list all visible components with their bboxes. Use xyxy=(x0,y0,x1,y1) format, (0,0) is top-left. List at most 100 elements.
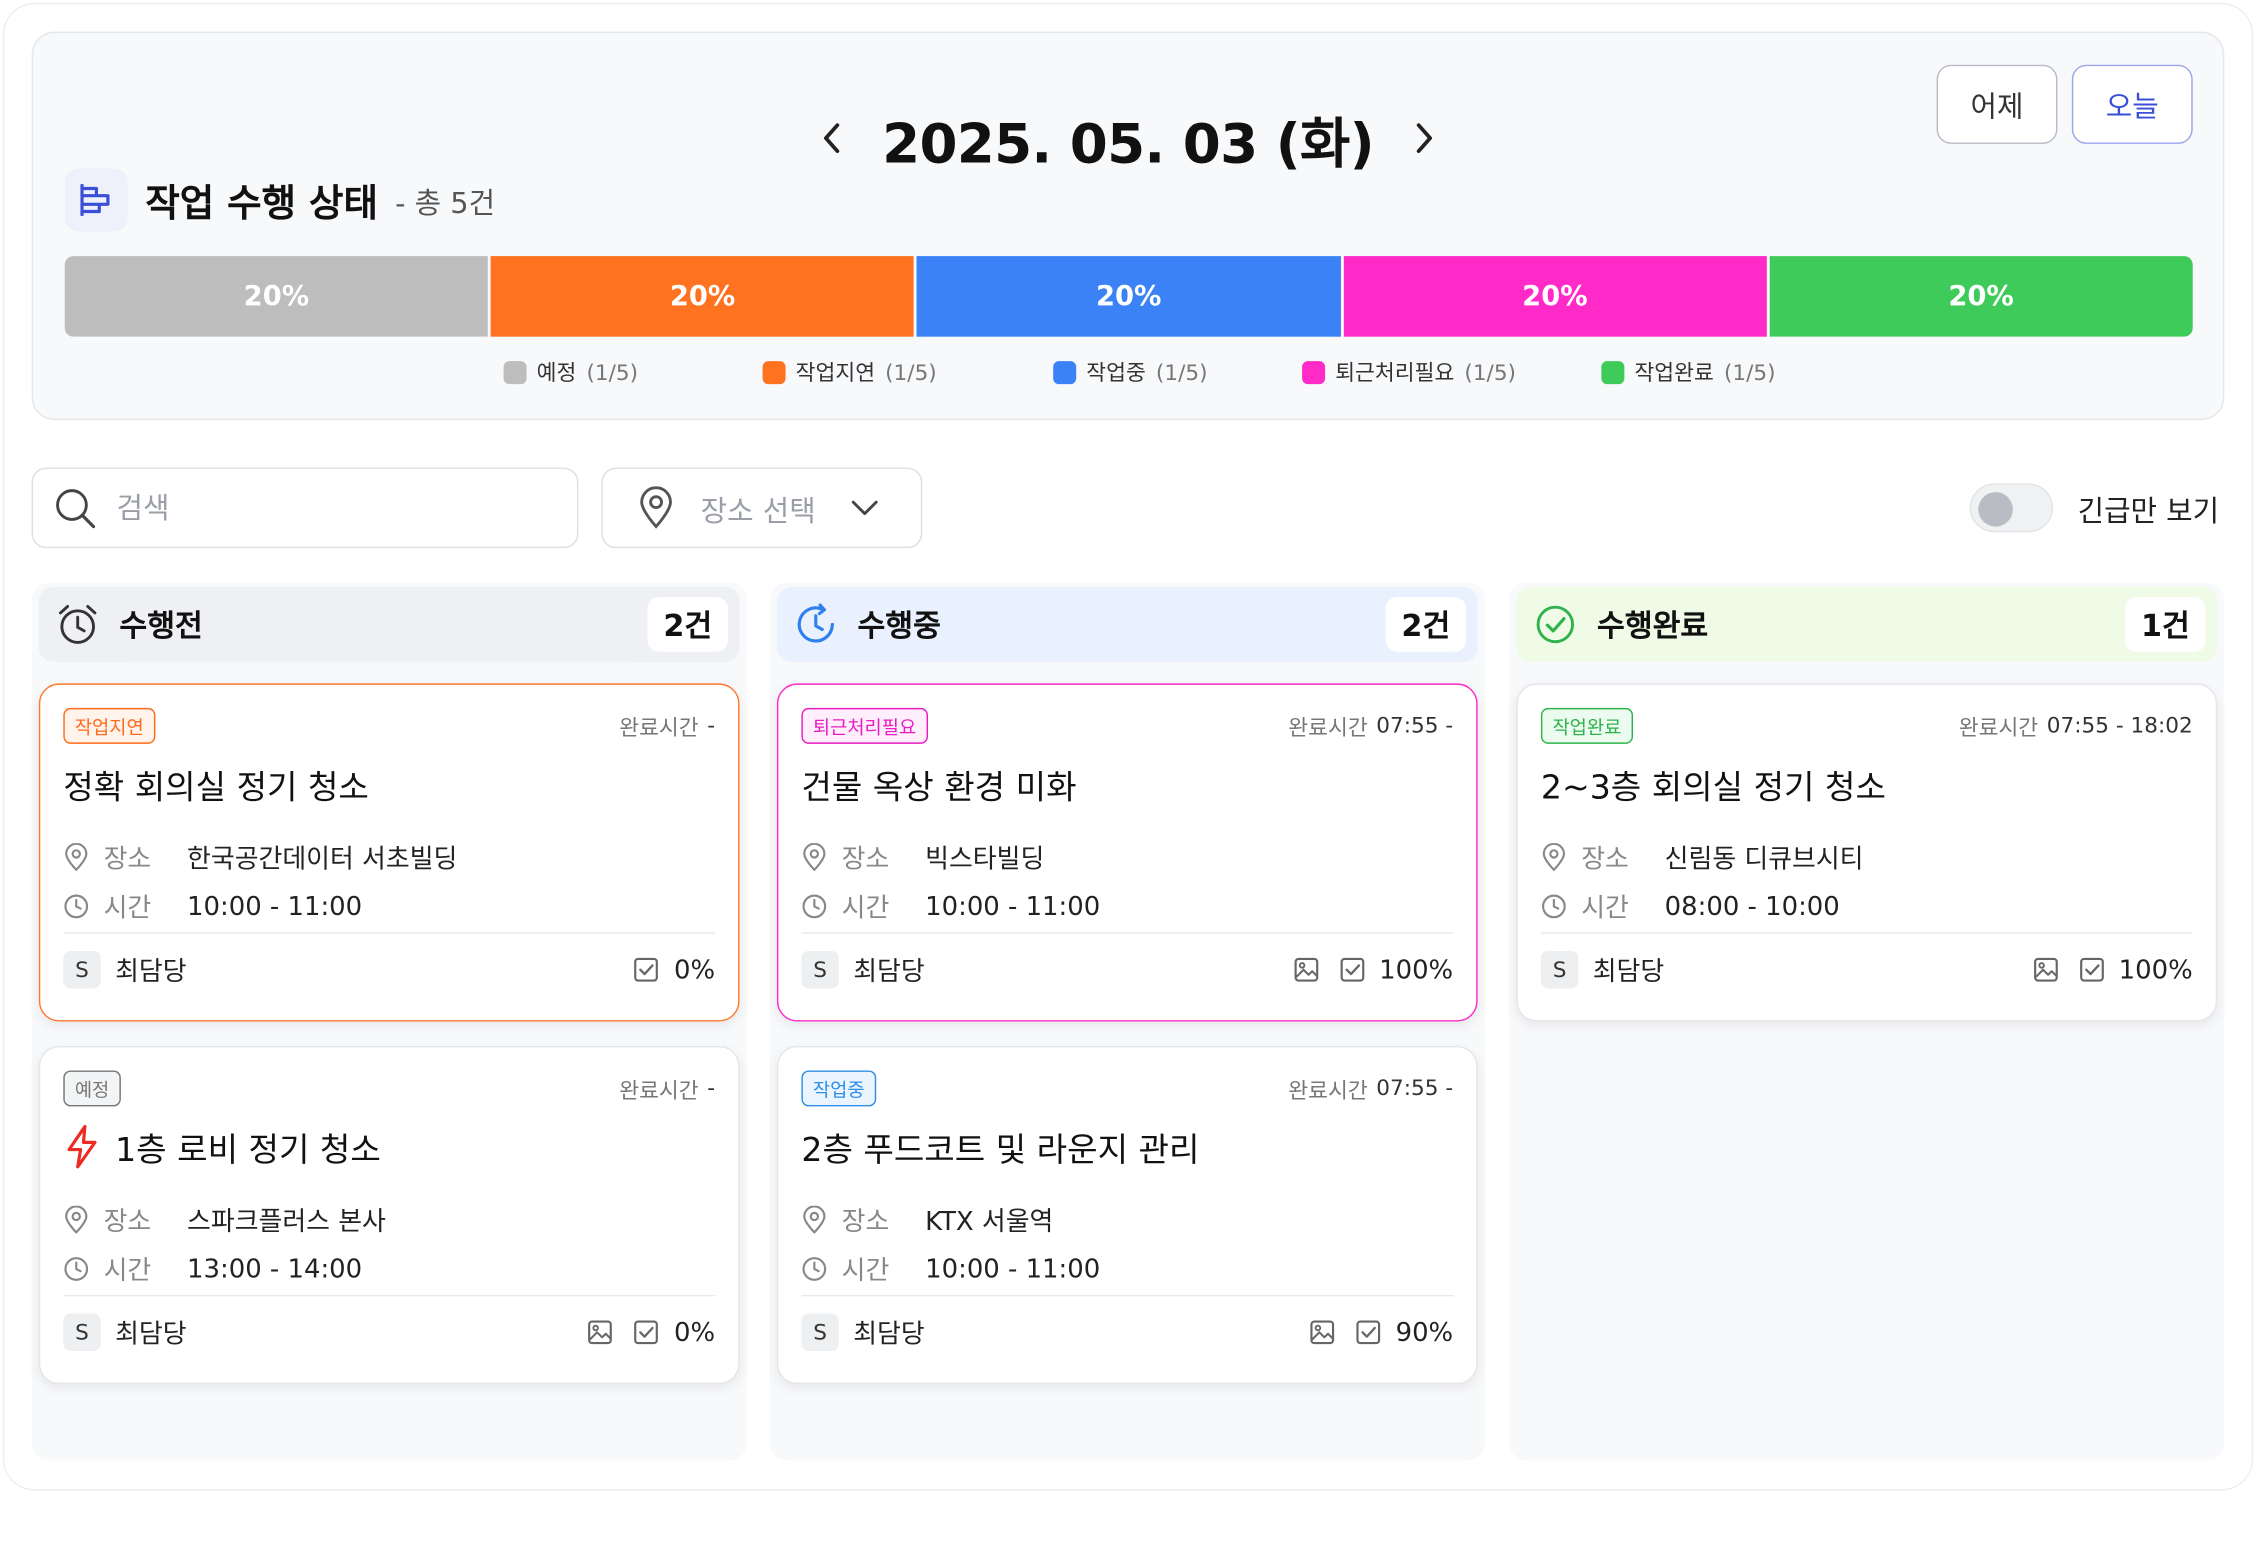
card-footer: S 최담당 100% xyxy=(1540,950,2193,990)
legend-count: (1/5) xyxy=(885,358,937,385)
search-input[interactable] xyxy=(116,490,520,526)
time-row: 시간 10:00 - 11:00 xyxy=(801,888,1100,925)
next-date-button[interactable] xyxy=(1406,119,1443,156)
legend-label: 작업중 xyxy=(1086,359,1146,386)
location-pin-icon xyxy=(640,486,672,529)
prev-date-button[interactable] xyxy=(813,119,850,156)
place-key: 장소 xyxy=(841,1207,890,1238)
checkbox-icon xyxy=(2079,957,2104,982)
column-before: 수행전 2건 작업지연 완료시간 - 정확 회의실 정기 청소 장소 한국공간데… xyxy=(31,582,747,1461)
progress-percent: 90% xyxy=(1395,1317,1454,1348)
completion-time: 완료시간 - xyxy=(619,1075,715,1105)
completion-time: 완료시간 - xyxy=(619,712,715,742)
column-title: 수행완료 xyxy=(1597,608,1709,644)
assignee-name: 최담당 xyxy=(853,956,925,988)
card-footer: S 최담당 0% xyxy=(63,1312,715,1352)
divider xyxy=(801,932,1454,934)
task-title-row: 2~3층 회의실 정기 청소 xyxy=(1541,760,1886,809)
progress-percent: 0% xyxy=(673,1317,716,1348)
image-icon xyxy=(588,1320,613,1345)
legend-item: 퇴근처리필요 (1/5) xyxy=(1302,357,1516,387)
place-value: KTX 서울역 xyxy=(925,1207,1054,1238)
task-card[interactable]: 예정 완료시간 - 1층 로비 정기 청소 장소 스파크플러스 본사 시간 13… xyxy=(38,1045,740,1385)
chevron-right-icon xyxy=(1416,123,1432,153)
completion-time-value: 07:55 - xyxy=(1376,1074,1454,1101)
completion-time-value: 07:55 - 18:02 xyxy=(2046,712,2193,739)
urgent-only-toggle[interactable] xyxy=(1969,483,2054,533)
refresh-clock-icon xyxy=(794,603,837,646)
divider xyxy=(63,932,716,934)
status-legend: 예정 (1/5) 작업지연 (1/5) 작업중 (1/5) 퇴근처리필요 (1/… xyxy=(33,357,2223,389)
task-card[interactable]: 퇴근처리필요 완료시간 07:55 - 건물 옥상 환경 미화 장소 빅스타빌딩… xyxy=(776,683,1478,1022)
avatar: S xyxy=(801,1313,839,1352)
bar-segment-delayed: 20% xyxy=(490,256,915,337)
legend-swatch xyxy=(762,360,786,384)
place-key: 장소 xyxy=(841,844,890,875)
toggle-knob xyxy=(1978,492,2013,527)
column-title: 수행전 xyxy=(119,608,203,644)
completion-time-label: 완료시간 xyxy=(1288,715,1368,741)
task-title: 2층 푸드코트 및 라운지 관리 xyxy=(801,1132,1200,1170)
status-panel: 2025. 05. 03 (화) 어제 오늘 작업 수행 상태 - 총 5건 2… xyxy=(31,31,2225,421)
time-value: 08:00 - 10:00 xyxy=(1664,891,1840,922)
location-pin-icon xyxy=(65,843,88,872)
clock-icon xyxy=(1542,894,1566,919)
avatar: S xyxy=(63,951,101,989)
location-pin-icon xyxy=(803,843,826,872)
check-circle-icon xyxy=(1534,603,1577,646)
time-value: 13:00 - 14:00 xyxy=(187,1253,363,1285)
task-title: 1층 로비 정기 청소 xyxy=(115,1132,381,1170)
location-pin-icon xyxy=(65,1205,88,1234)
urgent-only-label: 긴급만 보기 xyxy=(2077,492,2220,528)
column-header: 수행전 2건 xyxy=(38,587,740,662)
checkbox-icon xyxy=(1339,957,1364,982)
task-title: 건물 옥상 환경 미화 xyxy=(801,769,1077,808)
place-select-label: 장소 선택 xyxy=(700,492,816,528)
status-progress-bar: 20% 20% 20% 20% 20% xyxy=(64,256,2193,337)
legend-count: (1/5) xyxy=(1723,358,1776,385)
location-pin-icon xyxy=(1542,843,1566,872)
task-card[interactable]: 작업지연 완료시간 - 정확 회의실 정기 청소 장소 한국공간데이터 서초빌딩… xyxy=(38,683,740,1022)
today-button[interactable]: 오늘 xyxy=(2071,64,2193,144)
place-select-dropdown[interactable]: 장소 선택 xyxy=(601,467,923,549)
time-key: 시간 xyxy=(1581,893,1629,924)
progress-percent: 0% xyxy=(673,954,716,985)
time-row: 시간 08:00 - 10:00 xyxy=(1541,888,1840,925)
completion-time: 완료시간 07:55 - xyxy=(1288,712,1453,742)
time-value: 10:00 - 11:00 xyxy=(925,891,1101,922)
task-title-row: 정확 회의실 정기 청소 xyxy=(63,760,369,809)
yesterday-button[interactable]: 어제 xyxy=(1936,64,2058,144)
time-row: 시간 10:00 - 11:00 xyxy=(63,888,362,925)
legend-item: 작업중 (1/5) xyxy=(1053,357,1208,387)
place-row: 장소 KTX 서울역 xyxy=(801,1201,1053,1238)
legend-swatch xyxy=(503,360,527,384)
bar-segment-completed: 20% xyxy=(1769,256,2193,337)
status-badge: 퇴근처리필요 xyxy=(801,707,928,744)
completion-time-label: 완료시간 xyxy=(619,1077,699,1104)
progress-percent: 100% xyxy=(2118,954,2193,985)
task-card[interactable]: 작업중 완료시간 07:55 - 2층 푸드코트 및 라운지 관리 장소 KTX… xyxy=(776,1045,1478,1385)
place-key: 장소 xyxy=(103,844,152,875)
assignee-name: 최담당 xyxy=(1592,956,1665,988)
status-badge: 예정 xyxy=(63,1070,121,1107)
column-title: 수행중 xyxy=(857,608,941,644)
search-box xyxy=(31,467,579,549)
legend-swatch xyxy=(1601,360,1625,384)
divider xyxy=(801,1294,1454,1297)
time-key: 시간 xyxy=(841,1256,890,1287)
time-key: 시간 xyxy=(103,1256,152,1287)
urgent-only-filter: 긴급만 보기 xyxy=(1969,483,2220,533)
place-key: 장소 xyxy=(1581,844,1629,875)
task-title-row: 2층 푸드코트 및 라운지 관리 xyxy=(801,1122,1199,1171)
place-row: 장소 빅스타빌딩 xyxy=(801,839,1044,876)
clock-icon xyxy=(64,894,89,919)
image-icon xyxy=(1293,957,1318,982)
task-card[interactable]: 작업완료 완료시간 07:55 - 18:02 2~3층 회의실 정기 청소 장… xyxy=(1516,683,2218,1022)
card-stats: 100% xyxy=(1293,955,1453,985)
task-title-row: 건물 옥상 환경 미화 xyxy=(801,760,1076,809)
time-row: 시간 13:00 - 14:00 xyxy=(63,1250,362,1287)
legend-swatch xyxy=(1053,360,1077,384)
column-header: 수행중 2건 xyxy=(776,587,1478,662)
place-value: 빅스타빌딩 xyxy=(925,844,1045,875)
divider xyxy=(1540,932,2193,934)
